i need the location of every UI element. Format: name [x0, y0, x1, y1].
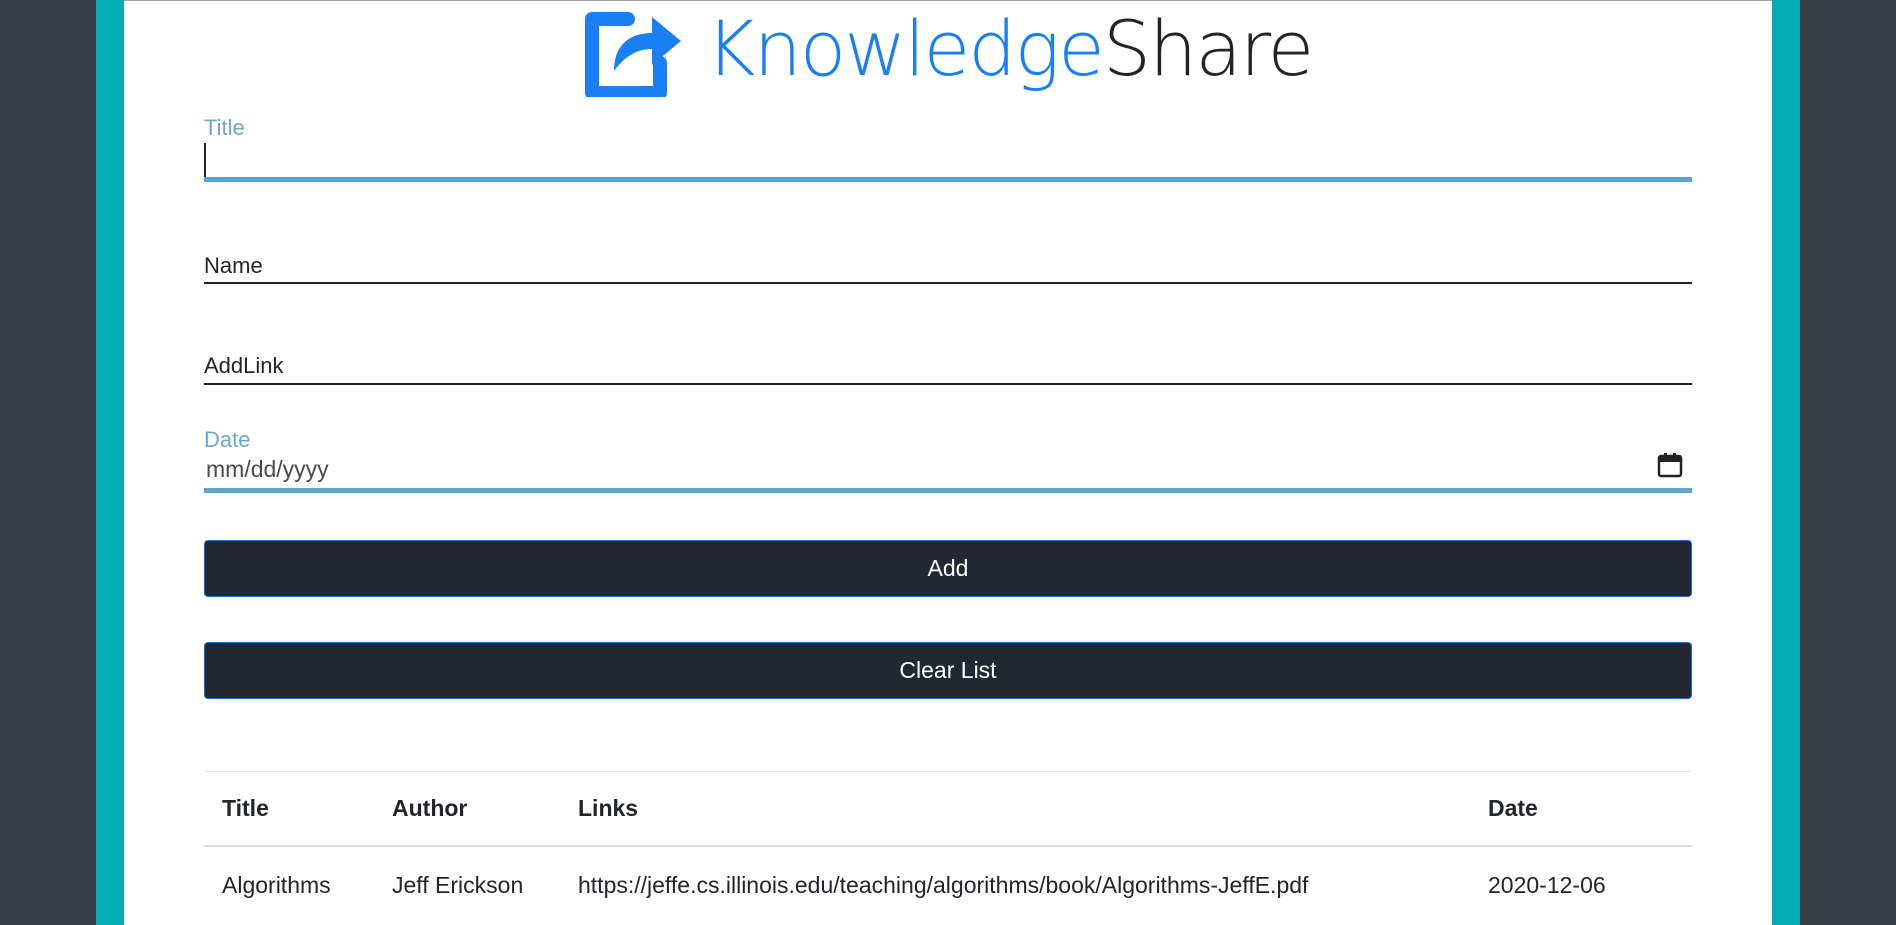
clear-list-button[interactable]: Clear List	[204, 642, 1692, 699]
column-header-links: Links	[560, 771, 1470, 847]
title-field[interactable]: Title	[204, 113, 1692, 185]
text-caret	[204, 143, 206, 177]
knowledge-table: Title Author Links Date Algorithms Jeff …	[204, 771, 1692, 923]
column-header-title: Title	[204, 771, 374, 847]
date-underline	[204, 488, 1692, 493]
brand-header: KnowledgeShare	[124, 1, 1772, 101]
date-placeholder: mm/dd/yyyy	[206, 456, 329, 482]
link-field[interactable]: AddLink	[204, 353, 1692, 389]
share-square-icon	[584, 12, 681, 97]
table-header-row: Title Author Links Date	[204, 771, 1692, 847]
calendar-icon[interactable]	[1656, 451, 1684, 479]
cell-title: Algorithms	[222, 871, 331, 898]
column-header-date: Date	[1470, 771, 1692, 847]
column-header-author: Author	[374, 771, 560, 847]
date-field[interactable]: Date mm/dd/yyyy	[204, 425, 1692, 497]
title-label: Title	[204, 115, 245, 140]
brand-name-part2: Share	[1102, 4, 1314, 93]
cell-author: Jeff Erickson	[392, 871, 524, 898]
cell-link[interactable]: https://jeffe.cs.illinois.edu/teaching/a…	[560, 846, 1470, 923]
title-underline	[204, 177, 1692, 182]
link-label: AddLink	[204, 353, 284, 378]
main-panel: KnowledgeShare Title Name AddLink Date m…	[124, 0, 1772, 925]
name-label: Name	[204, 253, 263, 278]
link-underline	[204, 383, 1692, 385]
brand-name: KnowledgeShare	[706, 11, 1314, 87]
name-underline	[204, 282, 1692, 284]
name-field[interactable]: Name	[204, 251, 1692, 287]
brand-name-part1: Knowledge	[705, 4, 1105, 93]
add-button[interactable]: Add	[204, 540, 1692, 597]
table-row: Algorithms Jeff Erickson https://jeffe.c…	[204, 846, 1692, 923]
cell-date: 2020-12-06	[1488, 871, 1606, 898]
date-label: Date	[204, 427, 251, 452]
